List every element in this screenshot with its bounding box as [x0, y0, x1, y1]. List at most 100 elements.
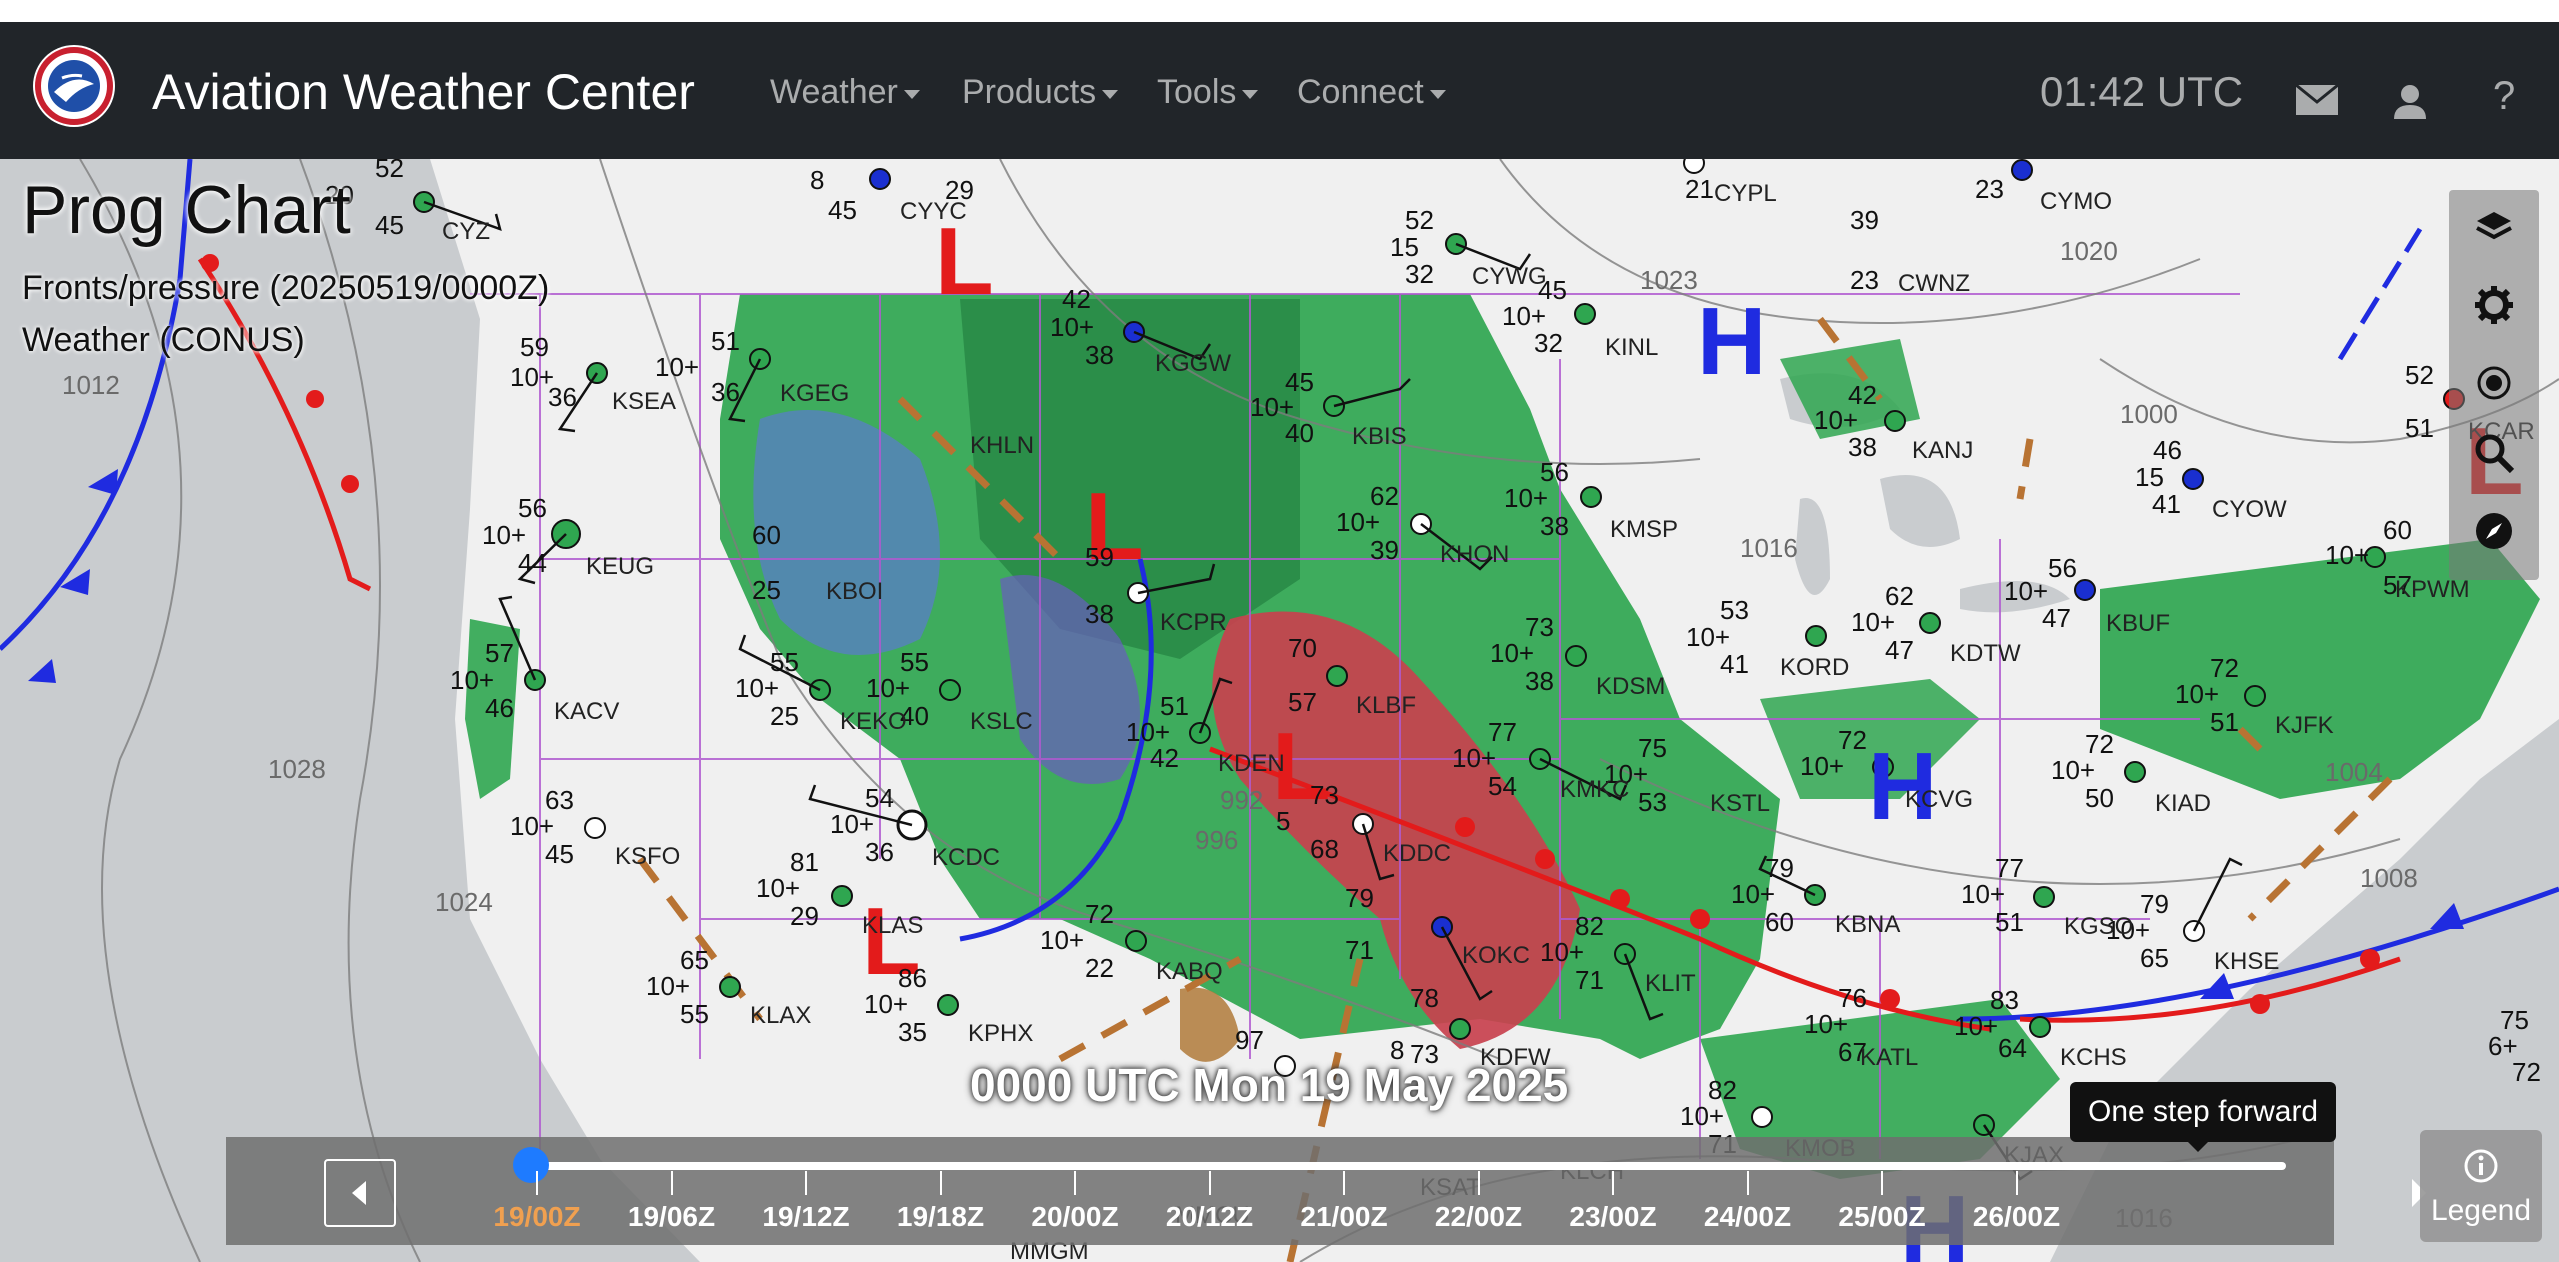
nav-products[interactable]: Products: [962, 62, 1119, 122]
isobar-label: 992: [1220, 785, 1263, 815]
station-id: KIAD: [2155, 790, 2211, 817]
svg-text:41: 41: [2152, 489, 2181, 519]
svg-text:54: 54: [1488, 771, 1517, 801]
chart-layer-fronts: Fronts/pressure (20250519/0000Z): [22, 269, 550, 307]
nws-logo[interactable]: [32, 44, 116, 128]
layers-icon[interactable]: [2471, 204, 2517, 250]
svg-text:40: 40: [1285, 418, 1314, 448]
legend-button[interactable]: Legend: [2420, 1130, 2542, 1242]
svg-text:56: 56: [2048, 553, 2077, 583]
svg-text:60: 60: [2383, 515, 2412, 545]
zoom-icon[interactable]: [2471, 430, 2517, 476]
svg-text:45: 45: [545, 839, 574, 869]
svg-text:36: 36: [711, 377, 740, 407]
svg-text:10+: 10+: [1954, 1011, 1998, 1041]
timeline-step-label[interactable]: 22/00Z: [1435, 1201, 1522, 1233]
svg-text:56: 56: [518, 493, 547, 523]
svg-text:46: 46: [485, 693, 514, 723]
timeline-tick: [805, 1171, 807, 1195]
chevron-down-icon: [1242, 89, 1259, 99]
station-id: KATL: [1860, 1044, 1918, 1071]
step-back-icon: [352, 1181, 366, 1205]
station-id: KSFO: [615, 843, 680, 870]
compass-icon[interactable]: [2471, 508, 2517, 554]
svg-text:42: 42: [1150, 743, 1179, 773]
svg-text:10+: 10+: [1731, 879, 1775, 909]
svg-text:44: 44: [518, 548, 547, 578]
svg-text:52: 52: [375, 159, 404, 183]
settings-icon[interactable]: [2471, 282, 2517, 328]
chart-title: Prog Chart: [22, 172, 351, 248]
tooltip-arrow: [2188, 1142, 2208, 1152]
svg-text:50: 50: [2085, 783, 2114, 813]
station-id: CYWG: [1472, 263, 1547, 290]
timeline-step-label[interactable]: 24/00Z: [1704, 1201, 1791, 1233]
timeline-step-label[interactable]: 19/00Z: [493, 1201, 580, 1233]
station-id: KOKC: [1462, 942, 1530, 969]
svg-text:15: 15: [2135, 462, 2164, 492]
svg-text:59: 59: [520, 332, 549, 362]
svg-text:38: 38: [1085, 599, 1114, 629]
svg-text:73: 73: [1310, 780, 1339, 810]
timeline-step-label[interactable]: 25/00Z: [1838, 1201, 1925, 1233]
browser-top-strip: [0, 0, 2559, 23]
svg-text:51: 51: [1995, 907, 2024, 937]
svg-text:47: 47: [2042, 603, 2071, 633]
svg-text:5: 5: [1276, 806, 1290, 836]
station-id: KCPR: [1160, 609, 1227, 636]
svg-text:21: 21: [1685, 174, 1714, 204]
svg-text:60: 60: [1765, 907, 1794, 937]
mail-icon[interactable]: [2295, 84, 2339, 116]
valid-time-label: 0000 UTC Mon 19 May 2025: [970, 1059, 1569, 1111]
station-id: CYYC: [900, 198, 967, 225]
nav-connect[interactable]: Connect: [1297, 62, 1446, 122]
svg-text:47: 47: [1885, 635, 1914, 665]
forecast-timeline: 19/00Z 19/06Z 19/12Z 19/18Z 20/00Z 20/12Z 21/0…: [226, 1137, 2426, 1245]
station-id: KABQ: [1156, 958, 1223, 985]
svg-text:42: 42: [1062, 284, 1091, 314]
isobar-label: 1004: [2325, 757, 2383, 787]
svg-text:10+: 10+: [646, 971, 690, 1001]
app-title[interactable]: Aviation Weather Center: [152, 52, 695, 132]
station-id: KDTW: [1950, 640, 2021, 667]
chevron-down-icon: [1429, 89, 1446, 99]
svg-text:36: 36: [865, 837, 894, 867]
svg-text:32: 32: [1534, 328, 1563, 358]
svg-text:38: 38: [1848, 432, 1877, 462]
timeline-step-label[interactable]: 20/00Z: [1031, 1201, 1118, 1233]
timeline-step-label[interactable]: 19/18Z: [897, 1201, 984, 1233]
timeline-step-label[interactable]: 20/12Z: [1166, 1201, 1253, 1233]
nav-tools[interactable]: Tools: [1157, 62, 1259, 122]
station-id: CYMO: [2040, 188, 2112, 215]
step-back-button[interactable]: [324, 1159, 396, 1227]
timeline-track[interactable]: [526, 1162, 2286, 1170]
isobar-label: 1012: [62, 370, 120, 400]
nav-weather[interactable]: Weather: [770, 62, 920, 122]
svg-text:10+: 10+: [735, 673, 779, 703]
station-id: KJFK: [2275, 712, 2334, 739]
timeline-step-label[interactable]: 19/12Z: [762, 1201, 849, 1233]
timeline-tick: [1208, 1171, 1211, 1195]
timeline-step-label[interactable]: 26/00Z: [1973, 1201, 2060, 1233]
high-pressure-center: H: [1697, 288, 1766, 395]
timeline-step-label[interactable]: 21/00Z: [1300, 1201, 1387, 1233]
nav-weather-label: Weather: [770, 73, 898, 111]
station-id: KEKO: [840, 708, 907, 735]
help-icon[interactable]: ?: [2493, 74, 2515, 119]
timeline-step-label[interactable]: 19/06Z: [628, 1201, 715, 1233]
svg-text:10+: 10+: [1490, 638, 1534, 668]
timeline-tick: [1343, 1171, 1345, 1195]
station-id: KORD: [1780, 654, 1849, 681]
timeline-step-label[interactable]: 23/00Z: [1569, 1201, 1656, 1233]
station-id: KPWM: [2395, 576, 2470, 603]
svg-text:10+: 10+: [756, 873, 800, 903]
svg-text:51: 51: [2405, 413, 2434, 443]
svg-text:10+: 10+: [1961, 879, 2005, 909]
svg-text:10+: 10+: [1851, 607, 1895, 637]
svg-text:10+: 10+: [1050, 312, 1094, 342]
timeline-slider-handle[interactable]: [513, 1147, 549, 1183]
location-icon[interactable]: [2471, 360, 2517, 406]
chevron-down-icon: [903, 89, 920, 99]
svg-text:38: 38: [1540, 511, 1569, 541]
user-icon[interactable]: [2392, 84, 2428, 120]
